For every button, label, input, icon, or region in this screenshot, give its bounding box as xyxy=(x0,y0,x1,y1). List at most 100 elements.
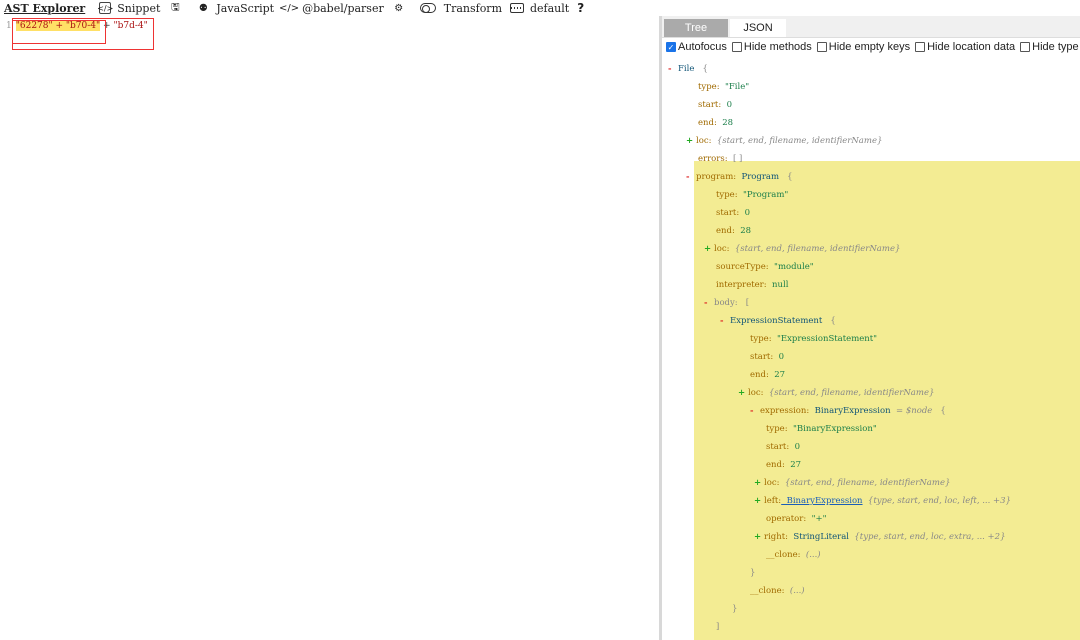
checkbox[interactable] xyxy=(915,42,926,52)
expand-icon[interactable]: + xyxy=(686,136,696,146)
tree-node: __clone: (...) xyxy=(750,582,805,600)
expand-icon[interactable]: + xyxy=(754,532,764,542)
node-brace: { xyxy=(694,64,708,74)
node-key: type: xyxy=(716,190,738,200)
node-key: } xyxy=(750,568,756,578)
output-panel: Tree JSON ✓ Autofocus Hide methods Hide emp… xyxy=(662,16,1080,640)
tree-node[interactable]: + right: StringLiteral {type, start, end,… xyxy=(754,528,1006,546)
node-value: 27 xyxy=(784,460,802,470)
tree-node: errors: [ ] xyxy=(698,150,742,168)
tree-node: type: "File" xyxy=(698,78,749,96)
checkbox[interactable]: ✓ xyxy=(666,42,676,52)
node-key: } xyxy=(732,604,738,614)
expand-icon[interactable]: + xyxy=(754,496,764,506)
node-key: type: xyxy=(750,334,772,344)
node-value: {start, end, filename, identifierName} xyxy=(729,244,901,254)
node-key: body: xyxy=(714,298,738,308)
node-value: "ExpressionStatement" xyxy=(771,334,878,344)
tree-node[interactable]: + loc: {start, end, filename, identifierN… xyxy=(686,132,882,150)
node-key: operator: xyxy=(766,514,807,524)
collapse-icon[interactable]: - xyxy=(750,406,760,416)
node-value: {start, end, filename, identifierName} xyxy=(779,478,951,488)
tree-node[interactable]: + loc: {start, end, filename, identifierN… xyxy=(738,384,934,402)
app-title[interactable]: AST Explorer xyxy=(0,2,85,15)
checkbox[interactable] xyxy=(816,42,827,52)
tree-node: directives: [ ] xyxy=(716,636,776,640)
tab-tree[interactable]: Tree xyxy=(664,19,728,37)
transform-toggle[interactable]: Transform xyxy=(419,2,502,15)
parser-settings-button[interactable]: ⚙ xyxy=(392,2,412,14)
tree-node[interactable]: - body: [ xyxy=(704,294,749,312)
node-key: right: xyxy=(764,532,788,542)
snippet-menu[interactable]: </> Snippet xyxy=(97,1,161,15)
node-key: expression: xyxy=(760,406,810,416)
tree-node: ] xyxy=(716,618,719,636)
expand-icon[interactable]: + xyxy=(738,388,748,398)
node-key: loc: xyxy=(764,478,780,488)
node-value[interactable]: BinaryExpression xyxy=(781,496,863,506)
node-value: 28 xyxy=(734,226,752,236)
node-summary: {type, start, end, loc, extra, ... +2} xyxy=(848,532,1006,542)
node-key: errors: xyxy=(698,154,728,164)
snippet-icon: </> xyxy=(97,2,114,14)
tree-node[interactable]: - ExpressionStatement { xyxy=(720,312,836,330)
node-value: BinaryExpression xyxy=(809,406,891,416)
node-value: (...) xyxy=(784,586,805,596)
tree-node: __clone: (...) xyxy=(766,546,821,564)
tree-node[interactable]: + loc: {start, end, filename, identifierN… xyxy=(754,474,950,492)
toolbar: AST Explorer </> Snippet 🖫 ⚉ JavaScript … xyxy=(0,0,1080,16)
tree-node: end: 27 xyxy=(750,366,785,384)
tree-node[interactable]: - File { xyxy=(668,60,708,78)
collapse-icon[interactable]: - xyxy=(668,64,678,74)
keymap-label: default xyxy=(530,1,570,15)
tree-node: type: "BinaryExpression" xyxy=(766,420,877,438)
option-label: Hide methods xyxy=(743,41,812,53)
tree-node[interactable]: - expression: BinaryExpression = $node { xyxy=(750,402,946,420)
checkbox[interactable] xyxy=(1020,42,1031,52)
save-button[interactable]: 🖫 xyxy=(168,2,188,14)
option-label: Hide type xyxy=(1032,41,1079,53)
option-hide-methods[interactable]: Hide methods xyxy=(731,41,812,53)
node-key: __clone: xyxy=(750,586,785,596)
node-key: program: xyxy=(696,172,737,182)
node-value: "BinaryExpression" xyxy=(787,424,877,434)
node-value: 0 xyxy=(739,208,751,218)
expand-icon[interactable]: + xyxy=(704,244,714,254)
fork-icon: ⚉ xyxy=(198,2,208,14)
tree-node: sourceType: "module" xyxy=(716,258,814,276)
code-editor[interactable]: 1 "62278" + "b70-4" + "b7d-4" xyxy=(0,16,659,640)
node-value: 0 xyxy=(789,442,801,452)
option-hide-type[interactable]: Hide type xyxy=(1020,41,1079,53)
node-value: null xyxy=(766,280,789,290)
tree-node[interactable]: + loc: {start, end, filename, identifierN… xyxy=(704,240,900,258)
collapse-icon[interactable]: - xyxy=(720,316,730,326)
node-key: type: xyxy=(698,82,720,92)
tree-node[interactable]: - program: Program { xyxy=(686,168,793,186)
toggle-icon xyxy=(419,3,436,13)
help-button[interactable]: ? xyxy=(577,1,584,15)
collapse-icon[interactable]: - xyxy=(686,172,696,182)
node-value: (...) xyxy=(800,550,821,560)
expand-icon[interactable]: + xyxy=(754,478,764,488)
node-value: "Program" xyxy=(737,190,789,200)
node-key: start: xyxy=(716,208,740,218)
tree-node[interactable]: + left: BinaryExpression {type, start, en… xyxy=(754,492,1011,510)
option-hide-location-data[interactable]: Hide location data xyxy=(915,41,1015,53)
tab-json[interactable]: JSON xyxy=(730,19,786,37)
node-key: ] xyxy=(716,622,720,632)
snippet-label: Snippet xyxy=(117,1,161,15)
node-key: end: xyxy=(698,118,717,128)
parser-menu[interactable]: </> @babel/parser xyxy=(279,2,384,15)
language-menu[interactable]: ⚉ JavaScript xyxy=(196,2,274,15)
option-label: Hide location data xyxy=(927,41,1016,53)
keymap-menu[interactable]: default xyxy=(510,2,569,15)
tree-node: } xyxy=(732,600,737,618)
node-key: loc: xyxy=(696,136,712,146)
tree-node: operator: "+" xyxy=(766,510,827,528)
option-hide-empty-keys[interactable]: Hide empty keys xyxy=(816,41,911,53)
keyboard-icon xyxy=(510,3,524,13)
option-label: Hide empty keys xyxy=(828,41,911,53)
collapse-icon[interactable]: - xyxy=(704,298,714,308)
checkbox[interactable] xyxy=(731,42,742,52)
option-autofocus[interactable]: ✓ Autofocus xyxy=(666,41,727,53)
